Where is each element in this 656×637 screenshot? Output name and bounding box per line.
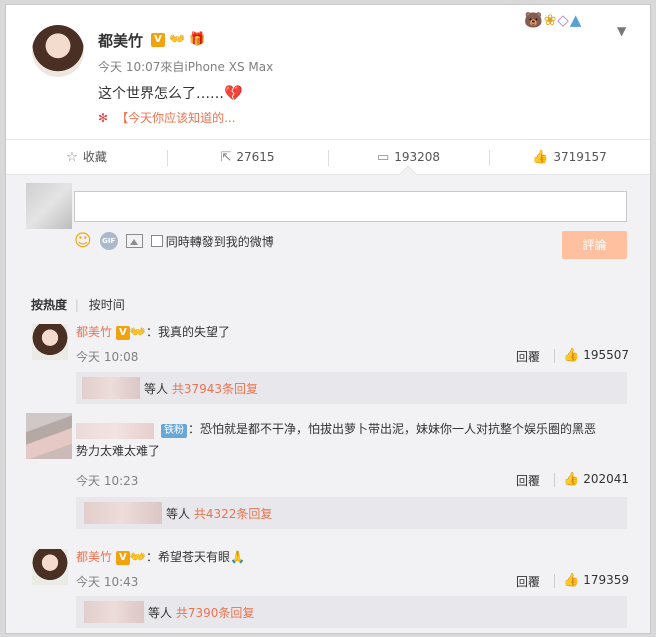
repost-icon: ⇱ [220, 150, 232, 165]
reply-button[interactable]: 回覆 [516, 348, 540, 365]
commenter-avatar[interactable] [26, 413, 72, 459]
sub-replies-count[interactable]: 共4322条回复 [194, 507, 273, 521]
comment-icon: ▭ [376, 150, 390, 165]
comment-time: 今天 10:08 [76, 350, 139, 364]
divider [554, 349, 555, 363]
smile-icon[interactable]: ☺ [74, 231, 92, 251]
post-text-content: 这个世界怎么了…… [98, 86, 224, 102]
post-meta: 今天 10:07來自iPhone XS Max [98, 60, 274, 74]
sub-replies-count[interactable]: 共37943条回复 [172, 382, 258, 396]
comment-text: ：希望苍天有眼 [146, 550, 231, 564]
comment-item: 都美竹 V 👐：我真的失望了 [76, 323, 230, 340]
author-badges: V 👐 🎁 [151, 32, 209, 47]
thumbs-up-icon: 👍 [532, 150, 549, 165]
repost-count: 27615 [236, 150, 275, 164]
verified-badge: V [115, 550, 130, 565]
sub-replies-box[interactable]: 等人 共4322条回复 [76, 497, 627, 529]
reply-button[interactable]: 回覆 [516, 472, 540, 489]
sub-replies-link[interactable]: 等人 共4322条回复 [166, 505, 272, 522]
current-user-avatar [26, 183, 72, 229]
post-text: 这个世界怎么了……💔 [98, 83, 243, 103]
gif-icon[interactable]: GIF [99, 232, 118, 250]
blurred-usernames [82, 377, 140, 399]
comment-text-continued: 势力太难太难了 [76, 444, 161, 458]
comment-like-count: 202041 [583, 472, 629, 486]
commenter-avatar[interactable] [32, 324, 68, 360]
reply-button[interactable]: 回覆 [516, 573, 540, 590]
comment-like-count: 195507 [583, 348, 629, 362]
tab-sort-hot[interactable]: 按热度 [31, 298, 67, 312]
divider [554, 473, 555, 487]
comment-like-button[interactable]: 👍 202041 [563, 472, 629, 487]
hand-icon: 👐 [129, 549, 147, 565]
sub-replies-link[interactable]: 等人 共7390条回复 [148, 604, 254, 621]
sub-replies-box[interactable]: 等人 共37943条回复 [76, 372, 627, 404]
action-bar: ☆ 收藏 ⇱ 27615 ▭ 193208 👍 3719157 [6, 139, 650, 175]
sub-replies-count[interactable]: 共7390条回复 [176, 606, 255, 620]
tab-sort-time[interactable]: 按时间 [89, 298, 125, 312]
repost-button[interactable]: ⇱ 27615 [167, 140, 328, 175]
repost-checkbox-label: 同時轉發到我的微博 [165, 234, 274, 249]
blurred-usernames [84, 601, 144, 623]
comment-count: 193208 [394, 150, 441, 164]
author-avatar[interactable] [32, 25, 84, 77]
thumbs-up-icon: 👍 [563, 472, 580, 487]
post-topic-link[interactable]: ✻ 【今天你应该知道的... [98, 109, 236, 126]
thumbs-up-icon: 👍 [563, 348, 580, 363]
hand-icon: 👐 [169, 31, 186, 47]
sort-tabs: 按热度 | 按时间 [31, 296, 129, 313]
composer-toolbar: ☺ GIF 同時轉發到我的微博 [74, 231, 282, 251]
comment-time: 今天 10:43 [76, 575, 139, 589]
blurred-commenter-name[interactable] [76, 423, 154, 439]
author-name[interactable]: 都美竹 [98, 30, 143, 51]
sub-replies-prefix: 等人 [144, 382, 169, 396]
picture-icon[interactable] [125, 234, 143, 248]
chevron-down-icon[interactable]: ▼ [617, 24, 626, 38]
sub-replies-link[interactable]: 等人 共37943条回复 [144, 380, 258, 397]
sub-replies-prefix: 等人 [148, 606, 173, 620]
thumbs-up-icon: 👍 [563, 573, 580, 588]
flower-icon: ✻ [98, 111, 109, 125]
divider [554, 574, 555, 588]
hand-icon: 👐 [129, 324, 147, 340]
comment-like-button[interactable]: 👍 179359 [563, 573, 629, 588]
comment-input[interactable] [74, 191, 627, 222]
comment-item: 都美竹 V 👐：希望苍天有眼🙏 [76, 548, 245, 565]
gift-icon: 🎁 [189, 32, 206, 47]
comments-section: ☺ GIF 同時轉發到我的微博 評論 按热度 | 按时间 都美竹 V 👐：我真的失望了… [6, 175, 650, 633]
post-header: 都美竹 V 👐 🎁 今天 10:07來自iPhone XS Max 这个世界怎么了…… [6, 5, 650, 139]
blurred-usernames [84, 502, 162, 524]
sub-replies-box[interactable]: 等人 共7390条回复 [76, 596, 627, 628]
decoration-sticker: 🐻❀◇▲ [524, 11, 583, 29]
favorite-button[interactable]: ☆ 收藏 [6, 140, 167, 175]
tab-divider: | [74, 298, 79, 312]
comment-like-count: 179359 [583, 573, 629, 587]
comment-like-button[interactable]: 👍 195507 [563, 348, 629, 363]
verified-badge: V [115, 325, 130, 340]
favorite-label: 收藏 [82, 150, 107, 164]
sub-replies-prefix: 等人 [166, 507, 191, 521]
fan-badge: 铁粉 [161, 424, 187, 438]
star-icon: ☆ [66, 150, 78, 165]
commenter-avatar[interactable] [32, 549, 68, 585]
comment-text: ：我真的失望了 [146, 325, 231, 339]
comment-text: ：恐怕就是都不干净，怕拔出萝卜带出泥，妹妹你一人对抗整个娱乐圈的黑恶 [188, 422, 597, 436]
repost-checkbox[interactable] [150, 235, 163, 247]
broken-heart-icon: 💔 [224, 84, 243, 102]
like-button[interactable]: 👍 3719157 [489, 140, 650, 175]
commenter-name[interactable]: 都美竹 [76, 325, 112, 339]
post-link-text[interactable]: 【今天你应该知道的... [116, 111, 235, 125]
pray-icon: 🙏 [230, 550, 245, 564]
weibo-post-card: 都美竹 V 👐 🎁 今天 10:07來自iPhone XS Max 这个世界怎么了…… [5, 4, 651, 634]
verified-badge[interactable]: V [151, 32, 165, 47]
submit-comment-button[interactable]: 評論 [562, 231, 627, 259]
comment-time: 今天 10:23 [76, 474, 139, 488]
commenter-name[interactable]: 都美竹 [76, 550, 112, 564]
like-count: 3719157 [553, 150, 607, 164]
